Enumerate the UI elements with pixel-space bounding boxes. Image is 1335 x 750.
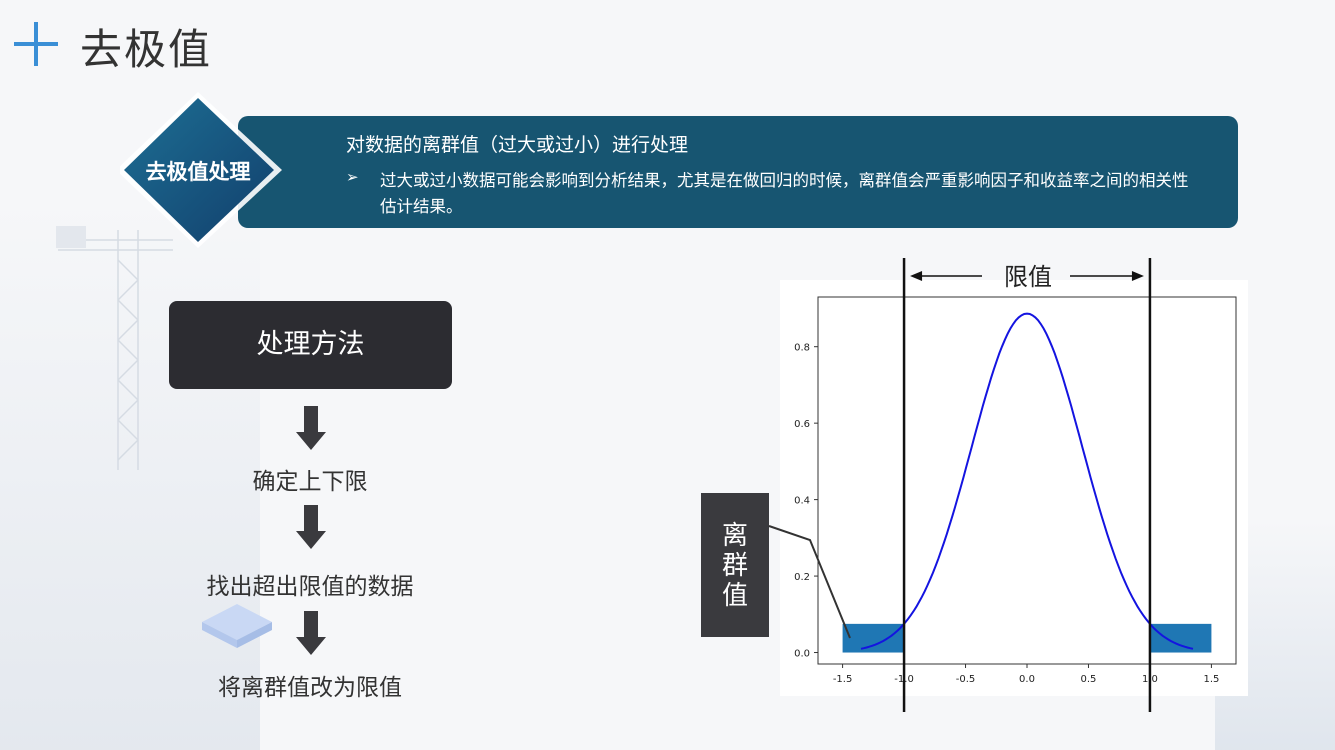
y-tick-label: 0.8 — [794, 343, 810, 354]
x-tick-label: -0.5 — [956, 674, 976, 685]
plot-frame — [817, 296, 1237, 665]
x-tick-label: 0.0 — [1019, 674, 1035, 685]
arrow-right-icon — [1131, 271, 1144, 281]
x-tick-label: -1.5 — [833, 674, 853, 685]
outlier-chart: -1.5-1.0-0.50.00.51.01.50.00.20.40.60.8限… — [768, 258, 1237, 712]
x-tick-label: 1.5 — [1203, 674, 1219, 685]
x-tick-label: 0.5 — [1081, 674, 1097, 685]
arrow-left-icon — [910, 271, 923, 281]
density-curve-line — [860, 312, 1194, 650]
outlier-region-bar — [842, 623, 905, 653]
y-tick-label: 0.2 — [794, 572, 810, 583]
y-tick-label: 0.4 — [794, 496, 810, 507]
limit-label: 限值 — [1004, 263, 1052, 291]
y-tick-label: 0.0 — [794, 649, 810, 660]
y-tick-label: 0.6 — [794, 419, 810, 430]
outlier-region-bar — [1149, 623, 1212, 653]
